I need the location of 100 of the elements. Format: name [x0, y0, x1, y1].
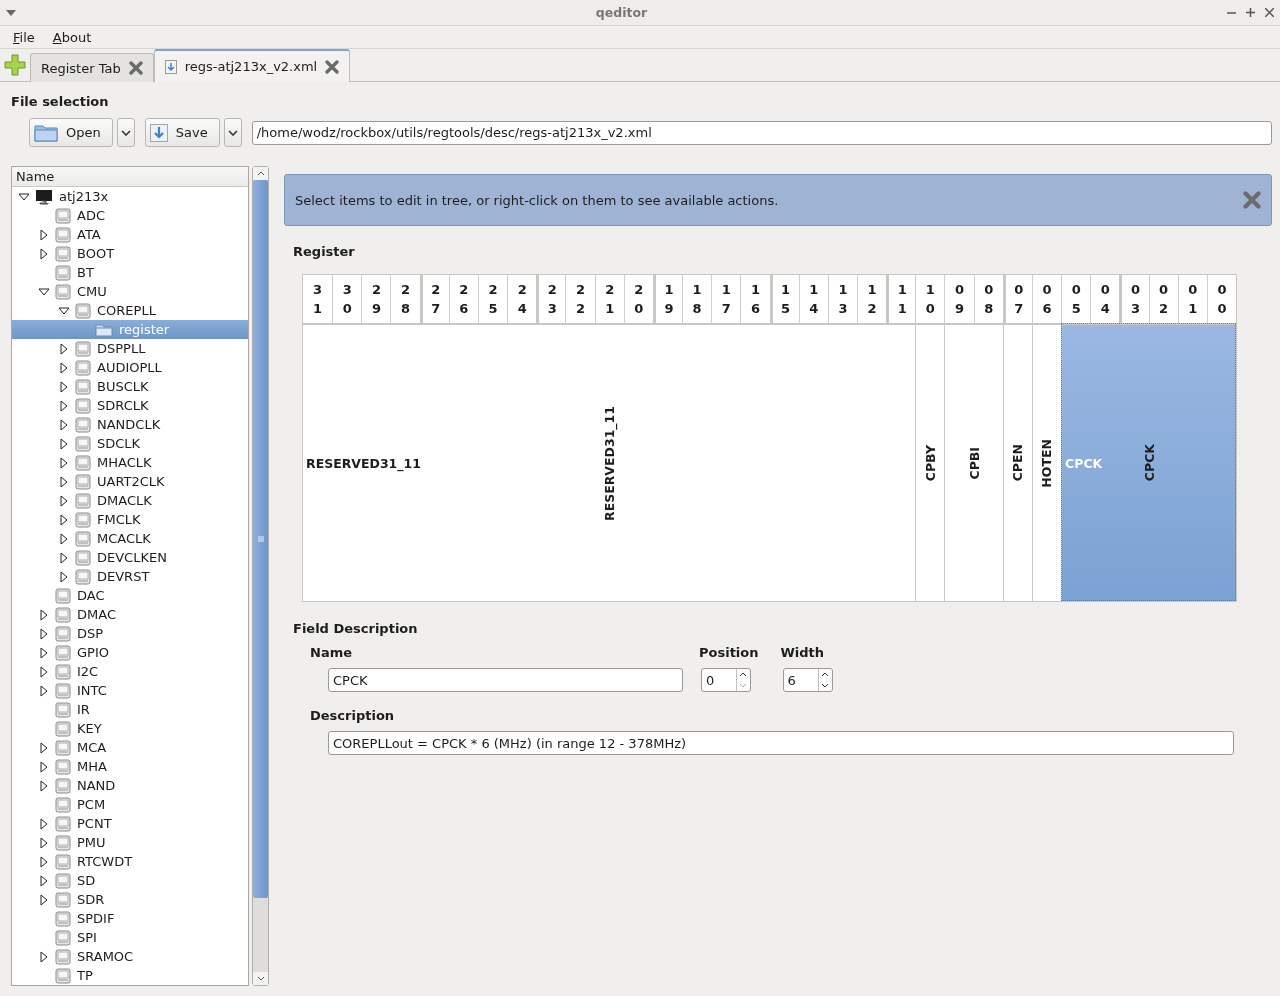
tab[interactable]: regs-atj213x_v2.xml: [153, 49, 351, 82]
expand-icon[interactable]: [58, 418, 70, 431]
tree-item[interactable]: MHA: [12, 757, 248, 776]
expand-icon[interactable]: [38, 627, 50, 640]
tree-item[interactable]: I2C: [12, 662, 248, 681]
open-menu-button[interactable]: [116, 118, 135, 147]
expand-icon[interactable]: [58, 570, 70, 583]
expand-icon[interactable]: [58, 342, 70, 355]
window-menu-icon[interactable]: [6, 9, 16, 16]
expand-icon[interactable]: [58, 551, 70, 564]
menu-item[interactable]: About: [43, 29, 101, 45]
tree-item[interactable]: PMU: [12, 833, 248, 852]
expand-icon[interactable]: [38, 779, 50, 792]
tree-item[interactable]: SDRCLK: [12, 396, 248, 415]
tree-item[interactable]: PCNT: [12, 814, 248, 833]
tree-item[interactable]: MCA: [12, 738, 248, 757]
tree-item[interactable]: DSPPLL: [12, 339, 248, 358]
save-button[interactable]: Save: [144, 118, 220, 147]
column-header[interactable]: Name: [12, 167, 248, 187]
expand-icon[interactable]: [58, 456, 70, 469]
expand-icon[interactable]: [38, 836, 50, 849]
collapse-icon[interactable]: [38, 285, 50, 298]
menu-item[interactable]: File: [4, 29, 44, 45]
register-field[interactable]: CPEN: [1002, 323, 1032, 601]
expand-icon[interactable]: [38, 950, 50, 963]
tree-item[interactable]: GPIO: [12, 643, 248, 662]
register-field[interactable]: CPCK CPCK: [1061, 323, 1236, 601]
close-icon[interactable]: [325, 59, 340, 74]
close-icon[interactable]: [1265, 8, 1274, 17]
tree-item[interactable]: DMAC: [12, 605, 248, 624]
expand-icon[interactable]: [38, 874, 50, 887]
description-field[interactable]: COREPLLout = CPCK * 6 (MHz) (in range 12 - 378MHz): [328, 731, 1234, 755]
tree-item[interactable]: MHACLK: [12, 453, 248, 472]
tree-item[interactable]: INTC: [12, 681, 248, 700]
register-field[interactable]: CPBY: [915, 323, 945, 601]
tab[interactable]: Register Tab: [30, 53, 154, 82]
tree-item[interactable]: AUDIOPLL: [12, 358, 248, 377]
expand-icon[interactable]: [38, 817, 50, 830]
tree-item[interactable]: atj213x: [12, 187, 248, 206]
expand-icon[interactable]: [58, 494, 70, 507]
expand-icon[interactable]: [58, 437, 70, 450]
expand-icon[interactable]: [58, 532, 70, 545]
path-field[interactable]: /home/wodz/rockbox/utils/regtools/desc/regs-atj213x_v2.xml: [251, 120, 1272, 145]
tree-item[interactable]: BUSCLK: [12, 377, 248, 396]
expand-icon[interactable]: [58, 513, 70, 526]
tree-item[interactable]: FMCLK: [12, 510, 248, 529]
tree-item[interactable]: SD: [12, 871, 248, 890]
tree-item[interactable]: NANDCLK: [12, 415, 248, 434]
expand-icon[interactable]: [38, 855, 50, 868]
tree-item[interactable]: DEVRST: [12, 567, 248, 586]
tree-item[interactable]: ATA: [12, 225, 248, 244]
name-field[interactable]: CPCK: [328, 668, 683, 692]
tree-item[interactable]: SRAMOC: [12, 947, 248, 966]
expand-icon[interactable]: [38, 741, 50, 754]
tree-item[interactable]: RTCWDT: [12, 852, 248, 871]
scroll-down-icon[interactable]: [256, 976, 265, 981]
tree-item[interactable]: COREPLL: [12, 301, 248, 320]
expand-icon[interactable]: [38, 608, 50, 621]
tree-item[interactable]: DEVCLKEN: [12, 548, 248, 567]
tree-item[interactable]: DMACLK: [12, 491, 248, 510]
save-menu-button[interactable]: [223, 118, 242, 147]
expand-icon[interactable]: [58, 475, 70, 488]
register-field[interactable]: CPBI: [944, 323, 1003, 601]
tree-item[interactable]: IR: [12, 700, 248, 719]
expand-icon[interactable]: [38, 665, 50, 678]
tree-item[interactable]: ADC: [12, 206, 248, 225]
expand-icon[interactable]: [58, 399, 70, 412]
maximize-icon[interactable]: [1246, 8, 1255, 17]
scrollbar[interactable]: [252, 166, 269, 986]
collapse-icon[interactable]: [18, 190, 30, 203]
expand-icon[interactable]: [38, 684, 50, 697]
register-field[interactable]: HOTEN: [1031, 323, 1062, 601]
tree-item[interactable]: PCM: [12, 795, 248, 814]
tree-item[interactable]: CMU: [12, 282, 248, 301]
expand-icon[interactable]: [38, 646, 50, 659]
scroll-up-icon[interactable]: [256, 171, 265, 176]
expand-icon[interactable]: [38, 228, 50, 241]
tree-item[interactable]: TP: [12, 966, 248, 985]
position-spinbox[interactable]: 0: [701, 668, 751, 692]
close-icon[interactable]: [128, 61, 143, 75]
tree-item[interactable]: NAND: [12, 776, 248, 795]
open-button[interactable]: Open: [29, 118, 113, 147]
tree-item[interactable]: KEY: [12, 719, 248, 738]
tree-item[interactable]: DAC: [12, 586, 248, 605]
expand-icon[interactable]: [38, 760, 50, 773]
expand-icon[interactable]: [38, 893, 50, 906]
tree-item[interactable]: SDCLK: [12, 434, 248, 453]
tree-item[interactable]: UART2CLK: [12, 472, 248, 491]
tree-item[interactable]: SPDIF: [12, 909, 248, 928]
tree-item[interactable]: BT: [12, 263, 248, 282]
tree-item[interactable]: SDR: [12, 890, 248, 909]
tree-item[interactable]: DSP: [12, 624, 248, 643]
tree-item[interactable]: MCACLK: [12, 529, 248, 548]
collapse-icon[interactable]: [58, 304, 70, 317]
expand-icon[interactable]: [58, 380, 70, 393]
expand-icon[interactable]: [58, 361, 70, 374]
tree-item[interactable]: BOOT: [12, 244, 248, 263]
width-spinbox[interactable]: 6: [782, 668, 833, 692]
expand-icon[interactable]: [38, 247, 50, 260]
tree-item[interactable]: SPI: [12, 928, 248, 947]
